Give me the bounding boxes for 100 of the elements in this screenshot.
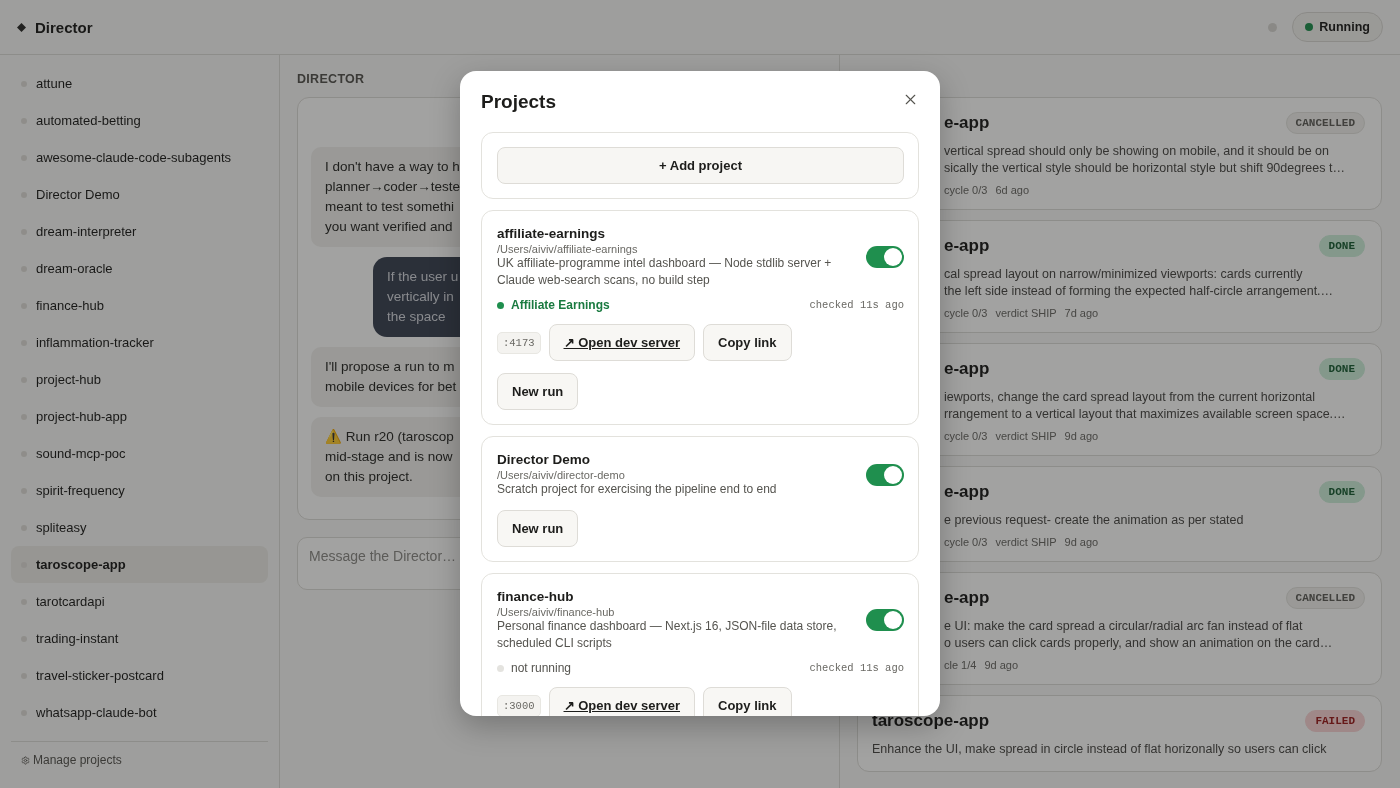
sidebar-item[interactable]: whatsapp-claude-bot — [11, 694, 268, 731]
message-line: mobile devices for bet — [325, 378, 457, 396]
sidebar-item[interactable]: automated-betting — [11, 102, 268, 139]
run-meta: verdict SHIP — [995, 536, 1057, 548]
sidebar-item[interactable]: sound-mcp-poc — [11, 435, 268, 472]
project-name: Director Demo — [36, 187, 120, 202]
run-description: sically the vertical style should be horizontal style but shift 90degrees t… — [944, 160, 1345, 177]
sidebar-item[interactable]: trading-instant — [11, 620, 268, 657]
project-name: tarotcardapi — [36, 594, 105, 609]
status-badge: DONE — [1318, 481, 1365, 503]
run-description: vertical spread should only be showing on mobile, and it should be on — [944, 143, 1329, 160]
run-meta: cycle 0/3 — [944, 184, 988, 196]
new-run-button[interactable]: New run — [497, 373, 579, 410]
run-description: rrangement to a vertical layout that maximizes available screen space.… — [944, 406, 1346, 423]
message-line: planner→coder→teste — [325, 178, 461, 196]
project-name: whatsapp-claude-bot — [36, 705, 157, 720]
project-name: trading-instant — [36, 631, 119, 646]
sidebar-item[interactable]: awesome-claude-code-subagents — [11, 139, 268, 176]
sidebar-item[interactable]: dream-interpreter — [11, 213, 268, 250]
manage-projects-link[interactable]: Manage projects — [33, 753, 122, 767]
settings-icon — [21, 755, 30, 765]
sidebar-item[interactable]: project-hub — [11, 361, 268, 398]
run-title: e-app — [944, 113, 990, 133]
run-title: e-app — [944, 359, 990, 379]
run-description: Enhance the UI, make spread in circle instead of flat horizonally so users can click — [872, 741, 1327, 758]
run-meta: cycle 0/3 — [944, 307, 988, 319]
project-title: Director Demo — [497, 452, 592, 467]
project-name: sound-mcp-poc — [36, 446, 126, 461]
toggle-switch[interactable] — [866, 246, 904, 268]
app-title: Director — [35, 18, 93, 36]
status-badge: CANCELLED — [1285, 112, 1365, 134]
new-run-button[interactable]: New run — [497, 510, 579, 547]
run-title: taroscope-app — [872, 711, 990, 731]
run-meta: cycle 0/3 — [944, 536, 988, 548]
server-status: Affiliate Earnings — [511, 298, 610, 312]
run-title: e-app — [944, 482, 990, 502]
sidebar-item[interactable]: Director Demo — [11, 176, 268, 213]
project-name: travel-sticker-postcard — [36, 668, 164, 683]
status-label: Running — [1319, 20, 1370, 34]
project-path: /Users/aiviv/director-demo — [497, 469, 626, 481]
project-title: affiliate-earnings — [497, 226, 607, 241]
port-label: :4173 — [497, 331, 541, 354]
run-title: e-app — [944, 236, 990, 256]
message-line: mid-stage and is now — [325, 448, 453, 466]
add-project-button[interactable]: + Add project — [497, 147, 904, 184]
project-name: spliteasy — [36, 520, 87, 535]
sidebar-item[interactable]: taroscope-app — [11, 546, 268, 583]
copy-link-button[interactable]: Copy link — [703, 324, 792, 361]
run-meta: 7d ago — [1064, 307, 1099, 319]
section-heading: DIRECTOR — [297, 72, 366, 86]
port-label: :3000 — [497, 694, 541, 716]
run-card[interactable]: taroscope-app FAILED Enhance the UI, make spread in circle instead of flat horizonally so users can click — [857, 695, 1382, 772]
message-line: meant to test somethi — [325, 198, 455, 216]
project-name: project-hub-app — [36, 409, 128, 424]
run-meta: 6d ago — [995, 184, 1030, 196]
project-name: finance-hub — [36, 298, 104, 313]
message-line: I don't have a way to h — [325, 158, 460, 176]
run-meta: 9d ago — [984, 659, 1019, 671]
open-dev-server-button[interactable]: ↗ Open dev server — [548, 324, 695, 361]
sidebar-item[interactable]: finance-hub — [11, 287, 268, 324]
run-meta: verdict SHIP — [995, 430, 1057, 442]
message-line: ⚠ Run r20 (taroscop — [325, 428, 454, 446]
message-line: on this project. — [325, 468, 413, 486]
project-name: spirit-frequency — [36, 483, 125, 498]
project-name: automated-betting — [36, 113, 141, 128]
run-description: iewports, change the card spread layout from the current horizontal — [944, 389, 1316, 406]
server-status: not running — [511, 661, 572, 675]
run-description: e UI: make the card spread a circular/radial arc fan instead of flat — [944, 618, 1303, 635]
message-line: I'll propose a run to m — [325, 358, 455, 376]
run-description: the left side instead of forming the expected half-circle arrangement.… — [944, 283, 1334, 300]
project-name: project-hub — [36, 372, 102, 387]
run-meta: 9d ago — [1064, 536, 1099, 548]
toggle-switch[interactable] — [866, 609, 904, 631]
sidebar-item[interactable]: project-hub-app — [11, 398, 268, 435]
project-name: awesome-claude-code-subagents — [36, 150, 232, 165]
sidebar-item[interactable]: spliteasy — [11, 509, 268, 546]
project-path: /Users/aiviv/affiliate-earnings — [497, 243, 639, 255]
project-description: UK affiliate-programme intel dashboard — Node stdlib server + Claude web-search scans, no build step — [497, 255, 833, 289]
sidebar-item[interactable]: dream-oracle — [11, 250, 268, 287]
status-badge: CANCELLED — [1285, 587, 1365, 609]
run-description: o users can click cards properly, and show an animation on the card… — [944, 635, 1333, 652]
message-line: vertically in — [387, 288, 454, 306]
toggle-switch[interactable] — [866, 463, 904, 486]
run-meta: 9d ago — [1064, 430, 1099, 442]
run-description: cal spread layout on narrow/minimized viewports: cards currently — [944, 266, 1303, 283]
project-path: /Users/aiviv/finance-hub — [497, 606, 616, 618]
project-name: dream-interpreter — [36, 224, 137, 239]
sidebar-item[interactable]: travel-sticker-postcard — [11, 657, 268, 694]
copy-link-button[interactable]: Copy link — [703, 687, 792, 716]
project-title: finance-hub — [497, 589, 575, 604]
project-name: taroscope-app — [36, 557, 126, 572]
message-line: If the user u — [387, 268, 459, 286]
sidebar-item[interactable]: attune — [11, 65, 268, 102]
sidebar-item[interactable]: tarotcardapi — [11, 583, 268, 620]
sidebar-item[interactable]: spirit-frequency — [11, 472, 268, 509]
project-description: Personal finance dashboard — Next.js 16, JSON-file data store, scheduled CLI scripts — [497, 618, 838, 652]
run-title: e-app — [944, 588, 990, 608]
run-meta: cycle 0/3 — [944, 430, 988, 442]
sidebar-item[interactable]: inflammation-tracker — [11, 324, 268, 361]
open-dev-server-button[interactable]: ↗ Open dev server — [548, 687, 695, 716]
